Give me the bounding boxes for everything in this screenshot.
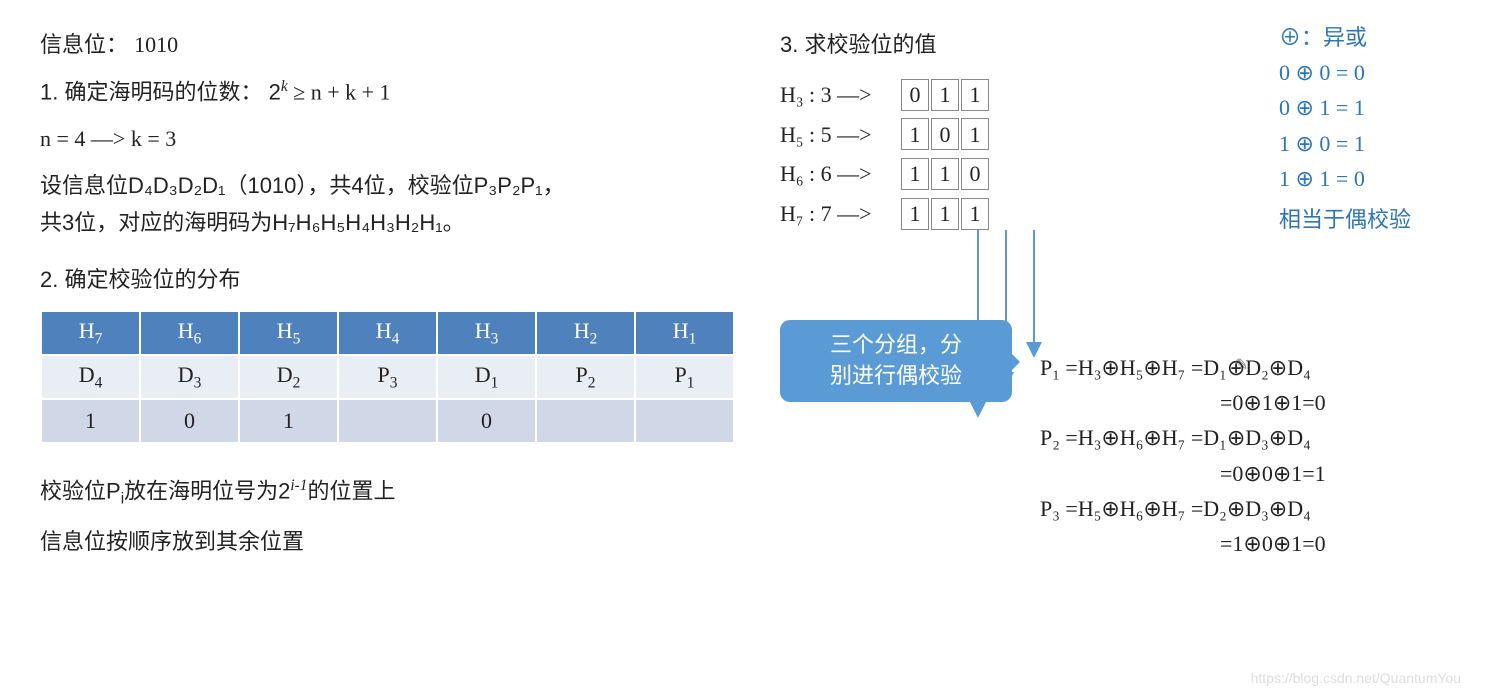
table-cell: P1 — [635, 355, 734, 399]
binary-digit: 0 — [961, 158, 989, 190]
formula-line: P₃ =H₅⊕H₆⊕H₇ =D₂⊕D₃⊕D₄ — [1040, 491, 1326, 526]
right-column: 3. 求校验位的值 ⊕：异或 0 ⊕ 0 = 00 ⊕ 1 = 11 ⊕ 0 =… — [780, 20, 1451, 572]
binary-digit: 1 — [931, 158, 959, 190]
watermark: https://blog.csdn.net/QuantumYou — [1251, 670, 1461, 686]
binary-digit: 1 — [901, 198, 929, 230]
note1: 校验位Pi放在海明位号为2i-1的位置上 — [40, 474, 740, 511]
table-cell — [536, 399, 635, 443]
binary-row-label: H₆ : 6 —> — [780, 154, 900, 194]
formula-line: P₂ =H₃⊕H₆⊕H₇ =D₁⊕D₃⊕D₄ — [1040, 420, 1326, 455]
binary-decomposition: H₃ : 3 —>011H₅ : 5 —>101H₆ : 6 —>110H₇ :… — [780, 75, 1451, 233]
formula-line: P₁ =H₃⊕H₅⊕H₇ =D₁⊕D₂⊕D₄ — [1040, 350, 1326, 385]
note1-a: 校验位P — [40, 479, 121, 504]
table-cell — [338, 399, 437, 443]
binary-row: H₃ : 3 —>011 — [780, 75, 1451, 115]
note1-b: 放在海明位号为2 — [124, 479, 290, 504]
table-cell: P3 — [338, 355, 437, 399]
table-cell: 1 — [239, 399, 338, 443]
info-bits-value: 1010 — [134, 32, 178, 57]
binary-row-label: H₅ : 5 —> — [780, 115, 900, 155]
table-row: D4D3D2P3D1P2P1 — [41, 355, 734, 399]
step1: 1. 确定海明码的位数： 2k ≥ n + k + 1 — [40, 75, 740, 108]
binary-digit: 0 — [901, 79, 929, 111]
binary-row: H₆ : 6 —>110 — [780, 154, 1451, 194]
table-header: H7 — [41, 311, 140, 355]
binary-digit: 1 — [931, 198, 959, 230]
table-cell: D4 — [41, 355, 140, 399]
binary-digit: 1 — [901, 158, 929, 190]
binary-digit: 0 — [931, 118, 959, 150]
note1-sup: i-1 — [290, 477, 307, 494]
binary-digit: 1 — [961, 198, 989, 230]
note1-c: 的位置上 — [307, 479, 395, 504]
step1-tail: ≥ n + k + 1 — [288, 79, 391, 104]
binary-row: H₅ : 5 —>101 — [780, 115, 1451, 155]
table-cell — [635, 399, 734, 443]
table-header: H2 — [536, 311, 635, 355]
table-header: H3 — [437, 311, 536, 355]
desc-line2: 共3位，对应的海明码为H₇H₆H₅H₄H₃H₂H₁。 — [40, 206, 740, 239]
table-header: H4 — [338, 311, 437, 355]
binary-digit: 1 — [961, 79, 989, 111]
binary-digit: 1 — [901, 118, 929, 150]
table-cell: D2 — [239, 355, 338, 399]
xor-title: ⊕：异或 — [1279, 20, 1411, 55]
table-header: H6 — [140, 311, 239, 355]
formula-result: =0⊕0⊕1=1 — [1040, 456, 1326, 491]
table-header: H1 — [635, 311, 734, 355]
callout-l1: 三个分组，分 — [796, 330, 996, 361]
table-cell: 0 — [140, 399, 239, 443]
parity-formulas: P₁ =H₃⊕H₅⊕H₇ =D₁⊕D₂⊕D₄=0⊕1⊕1=0P₂ =H₃⊕H₆⊕… — [1040, 350, 1326, 561]
table-cell: D3 — [140, 355, 239, 399]
table-cell: D1 — [437, 355, 536, 399]
binary-digit: 1 — [931, 79, 959, 111]
step1-sup: k — [281, 78, 288, 95]
table-cell: 1 — [41, 399, 140, 443]
formula-result: =1⊕0⊕1=0 — [1040, 526, 1326, 561]
step1-label: 1. 确定海明码的位数： 2 — [40, 79, 281, 104]
table-header-row: H7H6H5H4H3H2H1 — [41, 311, 734, 355]
callout-bubble: 三个分组，分 别进行偶校验 — [780, 320, 1012, 402]
table-cell: P2 — [536, 355, 635, 399]
binary-row-label: H₇ : 7 —> — [780, 194, 900, 234]
desc-line1: 设信息位D₄D₃D₂D₁（1010），共4位，校验位P₃P₂P₁， — [40, 169, 740, 202]
table-cell: 0 — [437, 399, 536, 443]
step2-label: 2. 确定校验位的分布 — [40, 263, 740, 296]
binary-row: H₇ : 7 —>111 — [780, 194, 1451, 234]
table-row: 1010 — [41, 399, 734, 443]
formula-result: =0⊕1⊕1=0 — [1040, 385, 1326, 420]
note2: 信息位按顺序放到其余位置 — [40, 525, 740, 558]
nk-line: n = 4 —> k = 3 — [40, 122, 740, 155]
binary-row-label: H₃ : 3 —> — [780, 75, 900, 115]
info-bits-line: 信息位： 1010 — [40, 28, 740, 61]
hamming-table: H7H6H5H4H3H2H1 D4D3D2P3D1P2P1 1010 — [40, 310, 735, 444]
info-bits-label: 信息位： — [40, 32, 128, 57]
table-header: H5 — [239, 311, 338, 355]
left-column: 信息位： 1010 1. 确定海明码的位数： 2k ≥ n + k + 1 n … — [40, 20, 740, 572]
binary-digit: 1 — [961, 118, 989, 150]
callout-l2: 别进行偶校验 — [796, 361, 996, 392]
